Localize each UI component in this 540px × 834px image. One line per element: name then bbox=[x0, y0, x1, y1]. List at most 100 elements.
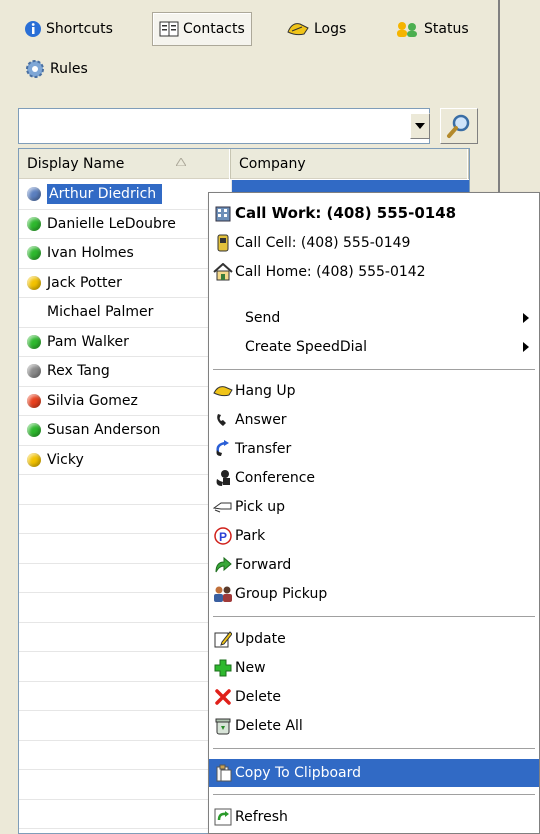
menu-create-speeddial-label: Create SpeedDial bbox=[245, 339, 367, 355]
menu-call-cell[interactable]: Call Cell: (408) 555-0149 bbox=[209, 229, 539, 257]
menu-send-label: Send bbox=[245, 310, 281, 326]
menu-delete-label: Delete bbox=[235, 689, 281, 705]
column-header-company[interactable]: Company bbox=[231, 149, 469, 179]
contact-name: Michael Palmer bbox=[47, 304, 154, 321]
menu-separator bbox=[213, 369, 535, 370]
menu-refresh[interactable]: Refresh bbox=[209, 803, 539, 831]
menu-transfer[interactable]: Transfer bbox=[209, 435, 539, 463]
menu-pick-up-label: Pick up bbox=[235, 499, 286, 515]
menu-call-home[interactable]: Call Home: (408) 555-0142 bbox=[209, 258, 539, 286]
info-icon bbox=[25, 21, 41, 37]
recycle-bin-icon bbox=[215, 718, 231, 735]
presence-status-icon bbox=[27, 423, 41, 438]
menu-new-label: New bbox=[235, 660, 266, 676]
menu-hang-up[interactable]: Hang Up bbox=[209, 377, 539, 405]
gear-icon bbox=[26, 60, 44, 78]
menu-separator bbox=[213, 794, 535, 795]
tab-contacts[interactable]: Contacts bbox=[152, 12, 252, 46]
menu-call-home-label: Call Home: (408) 555-0142 bbox=[235, 264, 426, 280]
presence-status-icon bbox=[27, 452, 41, 467]
svg-text:P: P bbox=[219, 530, 227, 544]
park-icon: P bbox=[214, 527, 232, 545]
mobile-phone-icon bbox=[217, 234, 229, 252]
menu-conference[interactable]: Conference bbox=[209, 464, 539, 492]
menu-delete-all-label: Delete All bbox=[235, 718, 303, 734]
menu-answer-label: Answer bbox=[235, 412, 287, 428]
contact-name: Silvia Gomez bbox=[47, 392, 138, 409]
menu-call-work[interactable]: Call Work: (408) 555-0148 bbox=[209, 199, 539, 227]
submenu-arrow-icon bbox=[523, 342, 529, 352]
edit-icon bbox=[214, 631, 232, 648]
search-input[interactable] bbox=[18, 108, 430, 144]
tab-rules[interactable]: Rules bbox=[18, 52, 94, 86]
menu-park-label: Park bbox=[235, 528, 266, 544]
menu-update[interactable]: Update bbox=[209, 625, 539, 653]
presence-status-icon bbox=[27, 275, 41, 290]
menu-group-pickup[interactable]: Group Pickup bbox=[209, 580, 539, 608]
menu-new[interactable]: New bbox=[209, 654, 539, 682]
hang-up-icon bbox=[213, 386, 233, 397]
status-people-icon bbox=[397, 22, 417, 37]
menu-forward-label: Forward bbox=[235, 557, 292, 573]
menu-transfer-label: Transfer bbox=[235, 441, 292, 457]
tab-status[interactable]: Status bbox=[388, 12, 475, 46]
menu-answer[interactable]: Answer bbox=[209, 406, 539, 434]
menu-copy-to-clipboard[interactable]: Copy To Clipboard bbox=[209, 759, 539, 787]
pick-up-icon bbox=[213, 502, 232, 513]
menu-forward[interactable]: Forward bbox=[209, 551, 539, 579]
column-header-display-name[interactable]: Display Name bbox=[19, 149, 231, 179]
sort-ascending-icon bbox=[176, 158, 186, 166]
menu-separator bbox=[213, 616, 535, 617]
presence-status-icon bbox=[27, 187, 41, 202]
presence-status-icon bbox=[27, 216, 41, 231]
tab-status-label: Status bbox=[424, 21, 469, 37]
home-icon bbox=[213, 263, 233, 281]
search-dropdown-button[interactable] bbox=[410, 113, 430, 139]
menu-update-label: Update bbox=[235, 631, 286, 647]
menu-send[interactable]: Send bbox=[209, 304, 539, 332]
menu-call-work-label: Call Work: (408) 555-0148 bbox=[235, 204, 457, 222]
contact-name: Ivan Holmes bbox=[47, 245, 134, 262]
toolbar: Shortcuts Contacts Logs Status Rules bbox=[18, 10, 488, 88]
conference-icon bbox=[216, 470, 230, 486]
menu-pick-up[interactable]: Pick up bbox=[209, 493, 539, 521]
refresh-icon bbox=[214, 808, 232, 826]
menu-create-speeddial[interactable]: Create SpeedDial bbox=[209, 333, 539, 361]
tab-contacts-label: Contacts bbox=[183, 21, 245, 37]
tab-logs-label: Logs bbox=[314, 21, 347, 37]
menu-copy-to-clipboard-label: Copy To Clipboard bbox=[235, 765, 362, 781]
contact-name: Danielle LeDoubre bbox=[47, 215, 176, 232]
menu-park[interactable]: P Park bbox=[209, 522, 539, 550]
list-header: Display Name Company bbox=[19, 149, 469, 179]
tab-shortcuts[interactable]: Shortcuts bbox=[18, 12, 119, 46]
submenu-arrow-icon bbox=[523, 313, 529, 323]
contact-name: Jack Potter bbox=[47, 274, 122, 291]
menu-delete[interactable]: Delete bbox=[209, 683, 539, 711]
menu-refresh-label: Refresh bbox=[235, 809, 288, 825]
transfer-icon bbox=[216, 440, 229, 456]
menu-delete-all[interactable]: Delete All bbox=[209, 712, 539, 740]
context-menu: Call Work: (408) 555-0148 Call Cell: (40… bbox=[208, 192, 540, 834]
search-button[interactable] bbox=[440, 108, 478, 144]
add-icon bbox=[214, 659, 232, 677]
contact-name: Rex Tang bbox=[47, 363, 110, 380]
menu-conference-label: Conference bbox=[235, 470, 316, 486]
menu-call-cell-label: Call Cell: (408) 555-0149 bbox=[235, 235, 411, 251]
clipboard-icon bbox=[216, 764, 232, 782]
tab-shortcuts-label: Shortcuts bbox=[46, 21, 113, 37]
group-icon bbox=[214, 586, 232, 602]
phone-log-icon bbox=[287, 23, 309, 36]
delete-icon bbox=[215, 689, 231, 705]
menu-hang-up-label: Hang Up bbox=[235, 383, 296, 399]
menu-separator bbox=[213, 748, 535, 749]
presence-status-icon bbox=[27, 246, 41, 261]
presence-status-icon bbox=[27, 334, 41, 349]
contact-name: Arthur Diedrich bbox=[47, 184, 163, 205]
presence-status-icon bbox=[27, 393, 41, 408]
contact-name: Susan Anderson bbox=[47, 422, 161, 439]
tab-rules-label: Rules bbox=[50, 61, 88, 77]
column-header-label: Display Name bbox=[27, 156, 125, 172]
contact-name: Vicky bbox=[47, 451, 84, 468]
tab-logs[interactable]: Logs bbox=[280, 12, 352, 46]
address-book-icon bbox=[159, 21, 179, 37]
